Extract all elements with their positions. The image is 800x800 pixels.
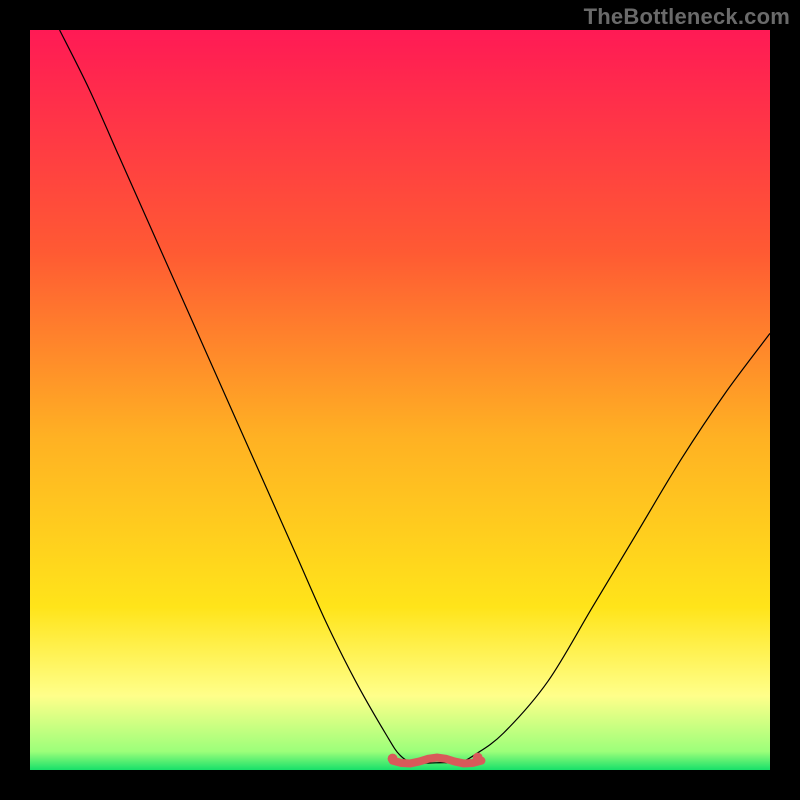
chart-plot-area (30, 30, 770, 770)
chart-svg (30, 30, 770, 770)
chart-frame: TheBottleneck.com (0, 0, 800, 800)
trough-dot-right (473, 753, 483, 763)
trough-dot-left (388, 754, 398, 764)
bottleneck-curve (60, 30, 770, 763)
watermark-label: TheBottleneck.com (584, 4, 790, 30)
